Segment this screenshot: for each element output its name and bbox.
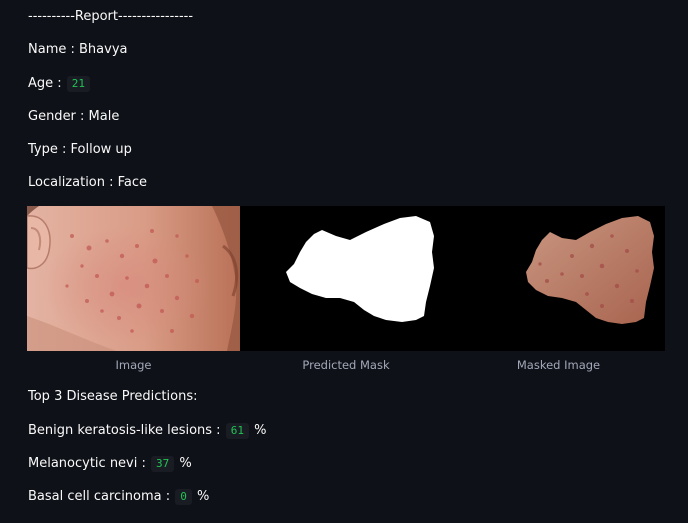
prediction-item: Basal cell carcinoma : 0 % bbox=[28, 488, 209, 506]
prediction-unit: % bbox=[197, 489, 210, 504]
prediction-value: 0 bbox=[175, 489, 192, 505]
caption-predicted-mask: Predicted Mask bbox=[302, 358, 390, 372]
visit-type: Type : Follow up bbox=[28, 142, 132, 157]
report-header: ----------Report---------------- bbox=[28, 9, 194, 24]
age-label: Age : bbox=[28, 76, 62, 91]
prediction-label: Benign keratosis-like lesions : bbox=[28, 423, 221, 438]
predictions-heading: Top 3 Disease Predictions: bbox=[28, 389, 198, 404]
prediction-value: 61 bbox=[225, 423, 249, 439]
patient-age: Age : 21 bbox=[28, 75, 91, 93]
prediction-value: 37 bbox=[151, 456, 175, 472]
prediction-unit: % bbox=[254, 423, 267, 438]
report-page: ----------Report---------------- Name : … bbox=[0, 0, 688, 523]
prediction-item: Benign keratosis-like lesions : 61 % bbox=[28, 422, 266, 440]
masked-image bbox=[452, 206, 665, 351]
prediction-label: Basal cell carcinoma : bbox=[28, 489, 171, 504]
original-image bbox=[27, 206, 240, 351]
lesion-localization: Localization : Face bbox=[28, 175, 148, 190]
image-row bbox=[27, 206, 665, 351]
caption-image: Image bbox=[115, 358, 152, 372]
age-value: 21 bbox=[66, 76, 91, 92]
prediction-item: Melanocytic nevi : 37 % bbox=[28, 455, 192, 473]
patient-gender: Gender : Male bbox=[28, 109, 120, 124]
caption-masked-image: Masked Image bbox=[516, 358, 601, 372]
prediction-label: Melanocytic nevi : bbox=[28, 456, 146, 471]
prediction-unit: % bbox=[179, 456, 192, 471]
patient-name: Name : Bhavya bbox=[28, 42, 128, 57]
predicted-mask-image bbox=[240, 206, 452, 351]
